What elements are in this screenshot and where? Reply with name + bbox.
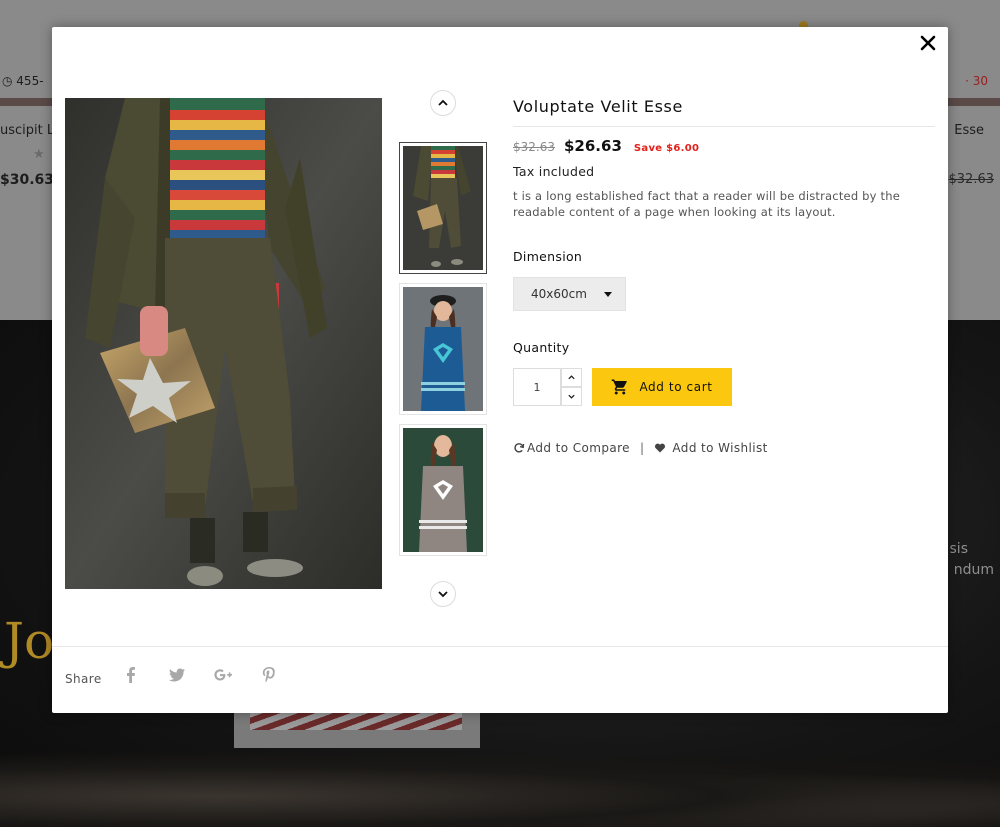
facebook-icon[interactable] [120, 664, 142, 686]
thumbnail-scroll-up-button[interactable] [430, 90, 456, 116]
quick-view-modal: Voluptate Velit Esse $32.63 $26.63 Save … [52, 27, 948, 713]
product-thumbnail-1[interactable] [399, 142, 487, 274]
thumbnail-scroll-down-button[interactable] [430, 581, 456, 607]
dimension-selected-value: 40x60cm [531, 287, 587, 301]
dimension-label: Dimension [513, 249, 583, 264]
product-info-panel: Voluptate Velit Esse $32.63 $26.63 Save … [513, 97, 935, 455]
twitter-icon[interactable] [166, 664, 188, 686]
chevron-up-icon [438, 99, 448, 106]
price-row: $32.63 $26.63 Save $6.00 [513, 137, 935, 155]
tax-label: Tax included [513, 164, 595, 179]
product-main-image [65, 98, 382, 589]
quantity-decrease-button[interactable] [561, 387, 582, 406]
add-to-wishlist-link[interactable]: Add to Wishlist [654, 441, 767, 455]
quantity-label: Quantity [513, 340, 570, 355]
background-product-name-right: Esse [954, 123, 984, 138]
add-to-cart-button[interactable]: Add to cart [592, 368, 732, 406]
background-product-price-right: $32.63 [948, 172, 995, 187]
regular-price: $32.63 [513, 140, 555, 154]
chevron-up-icon [568, 375, 575, 380]
close-icon[interactable] [918, 33, 938, 53]
footer-divider [52, 646, 948, 647]
chevron-down-icon [438, 591, 448, 598]
quantity-input[interactable] [513, 368, 561, 406]
actions-separator: | [639, 441, 645, 455]
add-to-compare-label: Add to Compare [527, 441, 630, 455]
background-star-icon: ★ [33, 147, 45, 162]
background-hero-text-2: ndum [953, 562, 994, 578]
background-hero-title: Jo [4, 612, 55, 670]
quantity-increase-button[interactable] [561, 368, 582, 387]
background-phone-text: ◷ 455- [2, 74, 44, 88]
discount-badge: Save $6.00 [633, 143, 700, 154]
refresh-icon [514, 443, 525, 453]
background-hero-image [0, 750, 1000, 827]
pinterest-icon[interactable] [258, 664, 280, 686]
product-thumbnail-2[interactable] [399, 283, 487, 415]
share-bar: Share [65, 664, 304, 686]
background-product-price-left: $30.63 [0, 172, 55, 188]
product-actions: Add to Compare | Add to Wishlist [513, 441, 768, 455]
heart-icon [655, 443, 666, 453]
background-hero-text-1: sis [949, 541, 968, 557]
add-to-wishlist-label: Add to Wishlist [672, 441, 768, 455]
background-top-right-text: · 30 [965, 74, 988, 88]
shopping-cart-icon [612, 379, 628, 395]
product-description: t is a long established fact that a read… [513, 189, 901, 219]
google-plus-icon[interactable] [212, 664, 234, 686]
add-to-cart-label: Add to cart [639, 380, 713, 394]
background-product-name-left: uscipit L [0, 123, 55, 138]
chevron-down-icon [568, 394, 575, 399]
current-price: $26.63 [564, 137, 622, 155]
dimension-select[interactable]: 40x60cm [513, 277, 626, 311]
share-label: Share [65, 672, 102, 686]
add-to-compare-link[interactable]: Add to Compare [513, 441, 630, 455]
product-title: Voluptate Velit Esse [513, 97, 935, 127]
caret-down-icon [604, 292, 612, 297]
product-thumbnail-3[interactable] [399, 424, 487, 556]
